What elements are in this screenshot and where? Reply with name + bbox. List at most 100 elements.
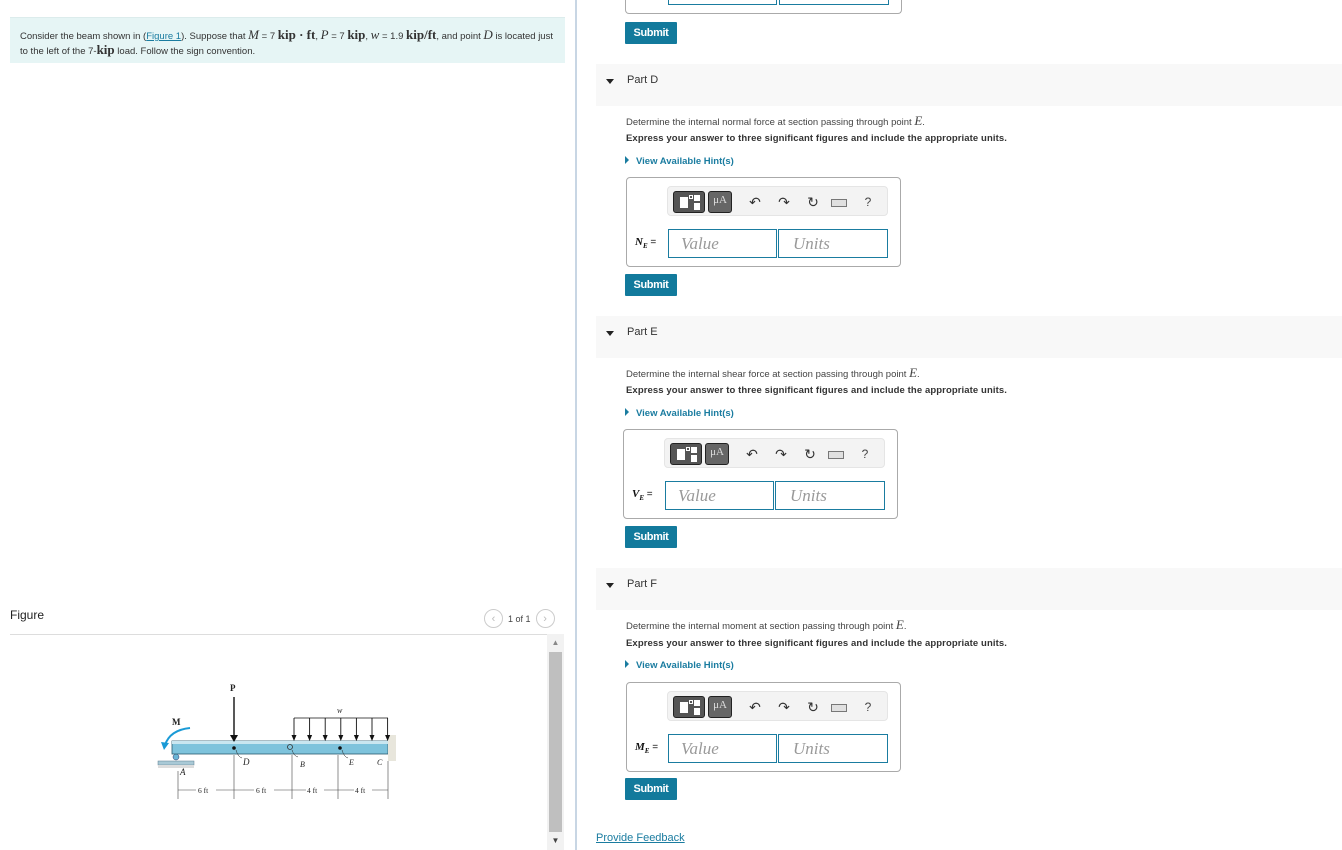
previous-units-input[interactable] — [779, 0, 889, 5]
value-input[interactable] — [665, 481, 774, 510]
question-pre: Determine the internal shear force at se… — [626, 369, 910, 380]
scroll-up-icon[interactable]: ▲ — [547, 636, 564, 650]
value-input[interactable] — [668, 229, 777, 258]
undo-icon[interactable]: ↶ — [740, 444, 764, 466]
view-hints-link[interactable]: View Available Hint(s) — [625, 156, 734, 167]
math-P-unit: kip — [347, 27, 366, 42]
part-f-header[interactable]: Part F — [596, 568, 1342, 610]
keyboard-icon[interactable] — [825, 444, 849, 466]
provide-feedback-link[interactable]: Provide Feedback — [596, 832, 685, 844]
question-pre: Determine the internal normal force at s… — [626, 117, 915, 128]
wall — [388, 735, 396, 761]
view-hints-link[interactable]: View Available Hint(s) — [625, 408, 734, 419]
submit-button-part-f[interactable]: Submit — [625, 778, 677, 800]
var-subscript: E — [639, 494, 645, 503]
units-input[interactable] — [775, 481, 885, 510]
units-input[interactable] — [778, 229, 888, 258]
var-subscript: E — [642, 242, 648, 251]
part-e-header[interactable]: Part E — [596, 316, 1342, 358]
chevron-right-icon[interactable]: › — [535, 609, 555, 628]
figure-link[interactable]: Figure 1 — [146, 31, 181, 42]
scroll-down-icon[interactable]: ▼ — [547, 834, 564, 848]
part-title: Part E — [627, 326, 658, 338]
caret-right-icon — [625, 408, 629, 416]
redo-icon[interactable]: ↷ — [772, 192, 796, 214]
answer-box: μA ↶ ↷ ↻ ? NE = — [626, 177, 901, 267]
view-hints-link[interactable]: View Available Hint(s) — [625, 660, 734, 671]
previous-value-input[interactable] — [668, 0, 777, 5]
hint-label: View Available Hint(s) — [636, 156, 734, 167]
reset-icon[interactable]: ↻ — [801, 192, 825, 214]
submit-button-part-d[interactable]: Submit — [625, 274, 677, 296]
dist-load-arrowhead — [369, 735, 375, 741]
part-d-header[interactable]: Part D — [596, 64, 1342, 106]
units-input[interactable] — [778, 734, 888, 763]
collapse-triangle-icon — [606, 331, 614, 336]
variable-label: NE = — [635, 236, 656, 250]
redo-icon[interactable]: ↷ — [772, 697, 796, 719]
dim-label-4: 4 ft — [355, 786, 366, 795]
templates-icon[interactable] — [670, 443, 702, 465]
chevron-left-icon[interactable]: ‹ — [484, 609, 503, 628]
keyboard-icon[interactable] — [828, 697, 852, 719]
units-button[interactable]: μA — [705, 443, 729, 465]
question-post: . — [922, 117, 925, 128]
label-B: B — [300, 760, 305, 769]
reset-icon[interactable]: ↻ — [798, 444, 822, 466]
reset-icon[interactable]: ↻ — [801, 697, 825, 719]
undo-icon[interactable]: ↶ — [743, 697, 767, 719]
help-icon[interactable]: ? — [853, 444, 877, 466]
math-D: D — [483, 27, 493, 42]
submit-button-part-e[interactable]: Submit — [625, 526, 677, 548]
submit-button-previous[interactable]: Submit — [625, 22, 677, 44]
beam-figure: M P w A D B E C 6 ft 6 ft 4 ft 4 ft — [157, 683, 396, 799]
math-w-unit: kip/ft — [406, 27, 437, 42]
label-D: D — [242, 757, 250, 767]
figure-title: Figure — [10, 608, 45, 622]
templates-icon[interactable] — [673, 191, 705, 213]
undo-icon[interactable]: ↶ — [743, 192, 767, 214]
var-symbol: N — [635, 236, 643, 248]
units-button[interactable]: μA — [708, 696, 732, 718]
units-button[interactable]: μA — [708, 191, 732, 213]
value-input[interactable] — [668, 734, 777, 763]
math-P: P — [320, 27, 329, 42]
equals-sign: = — [652, 742, 659, 753]
instruction-text: Express your answer to three significant… — [626, 385, 1007, 396]
point-E — [338, 746, 342, 750]
part-title: Part F — [627, 578, 657, 590]
dist-load-arrowhead — [291, 735, 297, 741]
redo-icon[interactable]: ↷ — [769, 444, 793, 466]
dim-label-3: 4 ft — [307, 786, 318, 795]
dist-load-arrowhead — [322, 735, 328, 741]
math-M: M — [248, 27, 259, 42]
previous-answer-box — [625, 0, 902, 14]
part-title: Part D — [627, 74, 659, 86]
equals-sign: = — [650, 237, 657, 248]
math-toolbar: μA ↶ ↷ ↻ ? — [664, 438, 885, 468]
dist-load-arrowhead — [338, 735, 344, 741]
right-pane: Submit Part D Determine the internal nor… — [577, 0, 1342, 850]
label-w: w — [337, 706, 343, 715]
help-icon[interactable]: ? — [856, 697, 880, 719]
collapse-triangle-icon — [606, 583, 614, 588]
templates-icon[interactable] — [673, 696, 705, 718]
math-kip: kip — [96, 42, 115, 57]
dim-label-2: 6 ft — [256, 786, 267, 795]
help-icon[interactable]: ? — [856, 192, 880, 214]
answer-box: μA ↶ ↷ ↻ ? ME = — [626, 682, 901, 772]
math-toolbar: μA ↶ ↷ ↻ ? — [667, 691, 888, 721]
figure-scrollbar[interactable]: ▲ ▼ — [547, 634, 564, 850]
math-M-unit: kip · ft — [277, 27, 316, 42]
problem-statement: Consider the beam shown in (Figure 1). S… — [10, 17, 565, 63]
math-w-value: = 1.9 — [379, 31, 407, 42]
variable-label: VE = — [632, 488, 653, 502]
point-D — [232, 746, 236, 750]
dist-load-arrowhead — [353, 735, 359, 741]
hint-label: View Available Hint(s) — [636, 408, 734, 419]
keyboard-icon[interactable] — [828, 192, 852, 214]
problem-text: ). Suppose that — [181, 31, 249, 42]
dim-label-1: 6 ft — [198, 786, 209, 795]
question-text: Determine the internal shear force at se… — [626, 365, 920, 381]
scroll-thumb[interactable] — [549, 652, 562, 832]
